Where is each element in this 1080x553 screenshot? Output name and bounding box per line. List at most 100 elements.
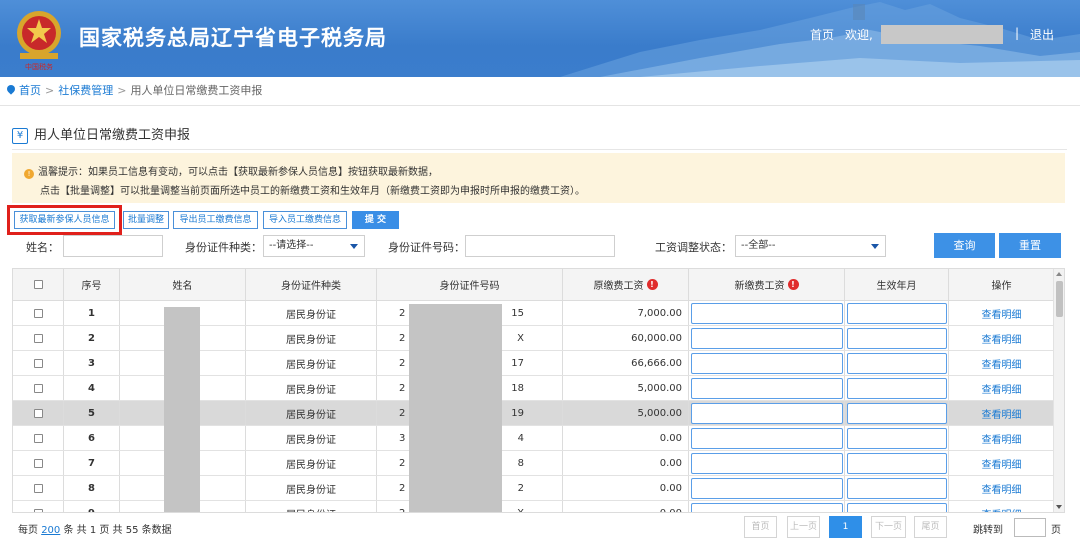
prev-page-button[interactable]: 上一页	[787, 516, 820, 538]
id-number-tail: X	[517, 332, 524, 344]
view-detail-link[interactable]: 查看明细	[982, 406, 1022, 421]
effective-month-cell[interactable]	[845, 301, 949, 325]
breadcrumb-sep: >	[117, 84, 127, 97]
effective-month-cell[interactable]	[845, 401, 949, 425]
new-wage-cell[interactable]	[689, 451, 845, 475]
effective-month-cell[interactable]	[845, 501, 949, 512]
new-wage-input[interactable]	[691, 378, 843, 399]
effective-month-input[interactable]	[847, 403, 947, 424]
checkbox[interactable]	[33, 308, 43, 318]
effective-month-input[interactable]	[847, 428, 947, 449]
first-page-button[interactable]: 首页	[744, 516, 777, 538]
view-detail-link[interactable]: 查看明细	[982, 356, 1022, 371]
header-home-link[interactable]: 首页	[810, 26, 834, 43]
checkbox[interactable]	[33, 508, 43, 512]
row-select-cell[interactable]	[13, 401, 64, 425]
checkbox[interactable]	[33, 358, 43, 368]
header-select-all[interactable]	[13, 269, 64, 300]
view-detail-link[interactable]: 查看明细	[982, 456, 1022, 471]
old-wage: 0.00	[659, 432, 682, 444]
effective-month-input[interactable]	[847, 303, 947, 324]
new-wage-cell[interactable]	[689, 326, 845, 350]
current-page-button[interactable]: 1	[829, 516, 862, 538]
effective-month-input[interactable]	[847, 453, 947, 474]
new-wage-input[interactable]	[691, 353, 843, 374]
new-wage-input[interactable]	[691, 303, 843, 324]
view-detail-link[interactable]: 查看明细	[982, 331, 1022, 346]
scroll-down-icon[interactable]	[1056, 505, 1062, 509]
checkbox[interactable]	[33, 383, 43, 393]
location-pin-icon	[5, 83, 17, 95]
breadcrumb-social[interactable]: 社保费管理	[58, 84, 113, 97]
effective-month-cell[interactable]	[845, 376, 949, 400]
checkbox[interactable]	[33, 433, 43, 443]
submit-button[interactable]: 提 交	[352, 211, 399, 229]
new-wage-input[interactable]	[691, 453, 843, 474]
row-select-cell[interactable]	[13, 426, 64, 450]
new-wage-cell[interactable]	[689, 426, 845, 450]
scroll-thumb[interactable]	[1056, 281, 1063, 317]
old-wage-cell: 0.00	[563, 451, 689, 475]
name-input[interactable]	[63, 235, 163, 257]
row-select-cell[interactable]	[13, 501, 64, 512]
new-wage-input[interactable]	[691, 328, 843, 349]
batch-adjust-button[interactable]: 批量调整	[123, 211, 169, 229]
new-wage-input[interactable]	[691, 428, 843, 449]
checkbox[interactable]	[33, 280, 43, 289]
effective-month-cell[interactable]	[845, 451, 949, 475]
view-detail-link[interactable]: 查看明细	[982, 431, 1022, 446]
idno-input[interactable]	[465, 235, 615, 257]
old-wage: 0.00	[659, 482, 682, 494]
view-detail-link[interactable]: 查看明细	[982, 306, 1022, 321]
effective-month-cell[interactable]	[845, 326, 949, 350]
effective-month-input[interactable]	[847, 378, 947, 399]
new-wage-cell[interactable]	[689, 376, 845, 400]
query-button[interactable]: 查询	[934, 233, 995, 258]
effective-month-input[interactable]	[847, 353, 947, 374]
new-wage-input[interactable]	[691, 478, 843, 499]
checkbox[interactable]	[33, 483, 43, 493]
new-wage-cell[interactable]	[689, 301, 845, 325]
view-detail-link[interactable]: 查看明细	[982, 381, 1022, 396]
row-select-cell[interactable]	[13, 351, 64, 375]
status-select[interactable]: --全部--	[735, 235, 886, 257]
export-button[interactable]: 导出员工缴费信息	[173, 211, 258, 229]
scroll-up-icon[interactable]	[1056, 272, 1062, 276]
checkbox[interactable]	[33, 333, 43, 343]
idtype-cell: 居民身份证	[246, 426, 377, 450]
row-select-cell[interactable]	[13, 376, 64, 400]
row-select-cell[interactable]	[13, 476, 64, 500]
per-page-link[interactable]: 200	[41, 525, 60, 536]
new-wage-cell[interactable]	[689, 476, 845, 500]
effective-month-cell[interactable]	[845, 426, 949, 450]
new-wage-cell[interactable]	[689, 401, 845, 425]
last-page-button[interactable]: 尾页	[914, 516, 947, 538]
breadcrumb-home[interactable]: 首页	[19, 84, 41, 97]
table-scrollbar[interactable]	[1053, 269, 1064, 512]
import-button[interactable]: 导入员工缴费信息	[263, 211, 347, 229]
new-wage-input[interactable]	[691, 403, 843, 424]
effective-month-cell[interactable]	[845, 476, 949, 500]
reset-button[interactable]: 重置	[999, 233, 1061, 258]
view-detail-link[interactable]: 查看明细	[982, 481, 1022, 496]
effective-month-cell[interactable]	[845, 351, 949, 375]
pager-summary-text: 条 共 1 页 共 55 条数据	[63, 525, 172, 536]
jump-page-input[interactable]	[1014, 518, 1046, 537]
row-select-cell[interactable]	[13, 301, 64, 325]
checkbox[interactable]	[33, 408, 43, 418]
checkbox[interactable]	[33, 458, 43, 468]
idtype-select[interactable]: --请选择--	[263, 235, 365, 257]
new-wage-input[interactable]	[691, 503, 843, 512]
row-select-cell[interactable]	[13, 451, 64, 475]
new-wage-cell[interactable]	[689, 351, 845, 375]
breadcrumb-sep: >	[45, 84, 55, 97]
seq-number: 5	[88, 407, 95, 419]
new-wage-cell[interactable]	[689, 501, 845, 512]
view-detail-link[interactable]: 查看明细	[982, 506, 1022, 513]
row-select-cell[interactable]	[13, 326, 64, 350]
effective-month-input[interactable]	[847, 503, 947, 512]
effective-month-input[interactable]	[847, 478, 947, 499]
effective-month-input[interactable]	[847, 328, 947, 349]
next-page-button[interactable]: 下一页	[871, 516, 906, 538]
logout-link[interactable]: 退出	[1030, 26, 1054, 43]
